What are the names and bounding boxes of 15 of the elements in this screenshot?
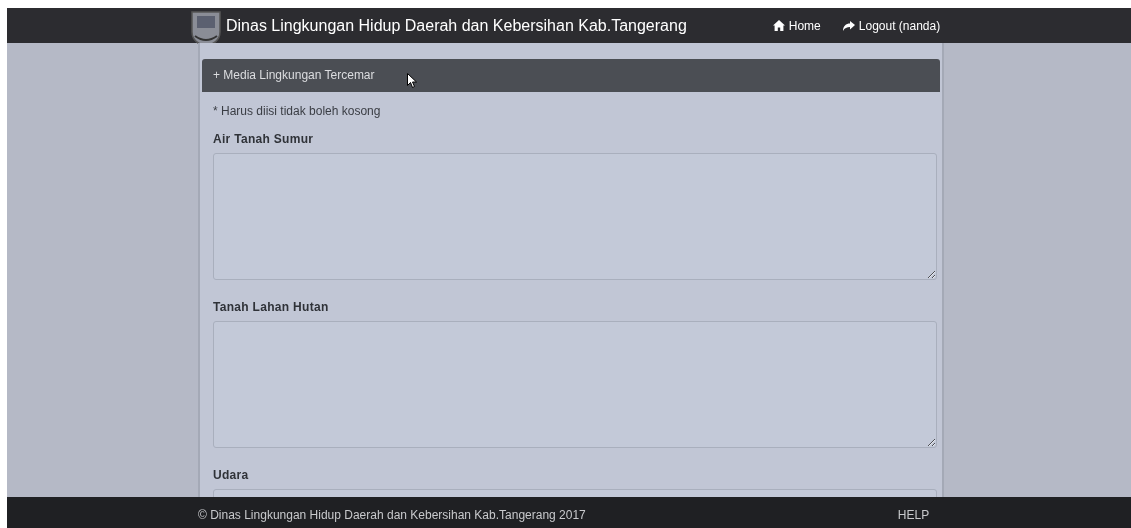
cursor-icon <box>407 73 417 88</box>
required-note: * Harus diisi tidak boleh kosong <box>213 104 382 118</box>
field-label: Tanah Lahan Hutan <box>213 300 330 314</box>
help-link[interactable]: HELP <box>897 507 930 522</box>
home-icon <box>772 20 785 31</box>
text-area[interactable] <box>213 321 937 448</box>
panel-header: + Media Lingkungan Tercemar <box>202 59 940 92</box>
nav-link[interactable]: Home <box>772 18 821 33</box>
field-label: Udara <box>213 468 250 482</box>
field-label: Air Tanah Sumur <box>213 132 315 146</box>
copyright-text: © Dinas Lingkungan Hidup Daerah dan Kebersihan Kab.Tangerang 2017 <box>198 507 586 522</box>
text-area[interactable] <box>213 153 937 280</box>
site-title: Dinas Lingkungan Hidup Daerah dan Kebersihan Kab.Tangerang <box>226 16 687 35</box>
arrow-icon <box>842 20 855 31</box>
nav-link[interactable]: Logout (nanda) <box>842 18 941 33</box>
